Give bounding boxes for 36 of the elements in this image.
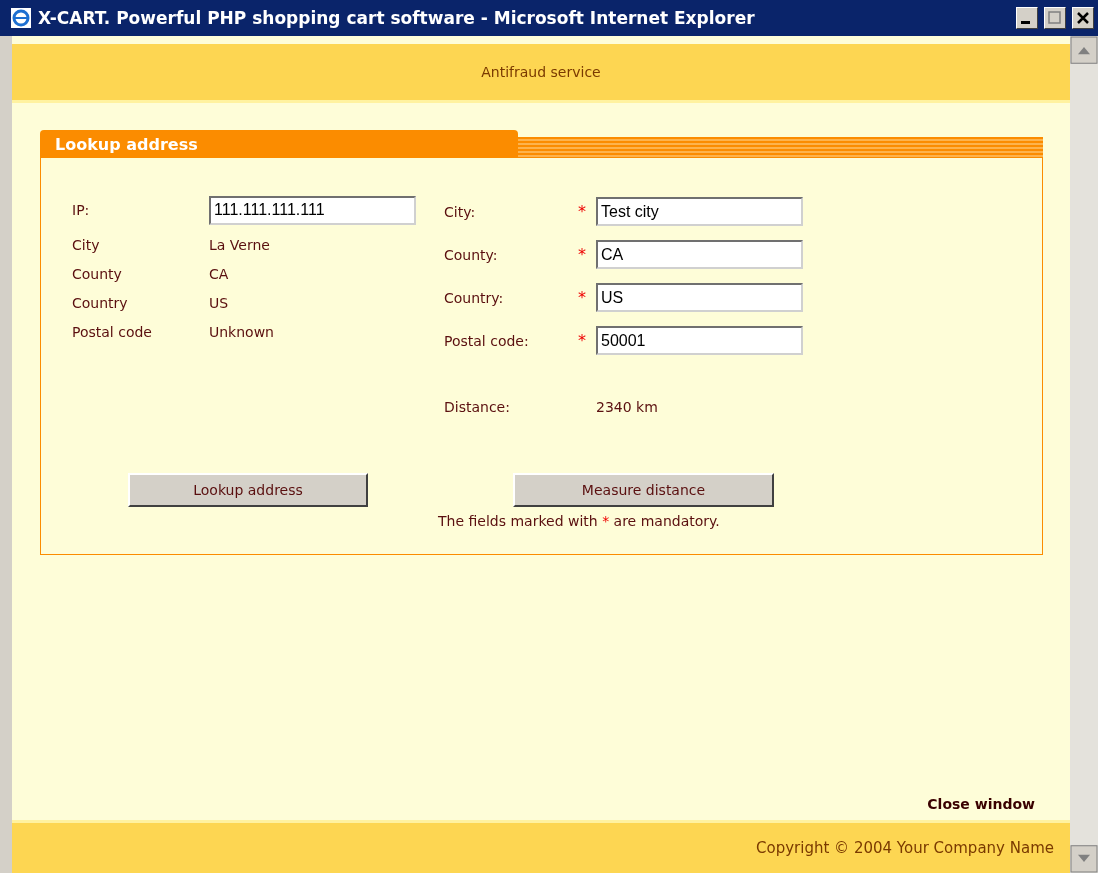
field-label: Country:: [444, 289, 505, 306]
info-label: City: [72, 236, 101, 253]
text-field[interactable]: 50001: [596, 326, 803, 355]
minimize-icon[interactable]: [1016, 7, 1038, 29]
info-label: Country: [72, 294, 129, 311]
measure-button[interactable]: Measure distance: [513, 473, 774, 507]
info-label: County: [72, 265, 123, 282]
info-value: Unknown: [209, 323, 275, 340]
text-field[interactable]: CA: [596, 240, 803, 269]
maximize-icon[interactable]: [1044, 7, 1066, 29]
distance-label: Distance:: [444, 398, 511, 415]
info-value: CA: [209, 265, 230, 282]
mandatory-note: The fields marked with * are mandatory.: [438, 513, 720, 529]
text-field[interactable]: US: [596, 283, 803, 312]
browser-icon: [10, 7, 32, 29]
lookup-button[interactable]: Lookup address: [128, 473, 368, 507]
text-field[interactable]: Test city: [596, 197, 803, 226]
info-value: La Verne: [209, 236, 271, 253]
field-label: Postal code:: [444, 332, 530, 349]
field-label: IP:: [72, 202, 91, 218]
close-window-link[interactable]: Close window: [927, 796, 1035, 812]
required-mark: *: [578, 245, 586, 264]
required-mark: *: [578, 288, 586, 307]
page-title: Antifraud service: [481, 64, 601, 80]
ip-field[interactable]: 111.111.111.111: [209, 195, 416, 225]
field-label: County:: [444, 246, 499, 263]
copyright-text: Copyright © 2004 Your Company Name: [756, 839, 1054, 857]
distance-value: 2340 km: [596, 398, 659, 415]
required-mark: *: [578, 331, 586, 350]
window-title: X-CART. Powerful PHP shopping cart software - Microsoft Internet Explorer: [38, 8, 756, 28]
info-label: Postal code: [72, 323, 153, 340]
field-label: City:: [444, 203, 477, 220]
close-icon[interactable]: [1072, 7, 1094, 29]
required-mark: *: [578, 202, 586, 221]
info-value: US: [209, 294, 230, 311]
scrollbar-drawing[interactable]: [1070, 36, 1098, 873]
